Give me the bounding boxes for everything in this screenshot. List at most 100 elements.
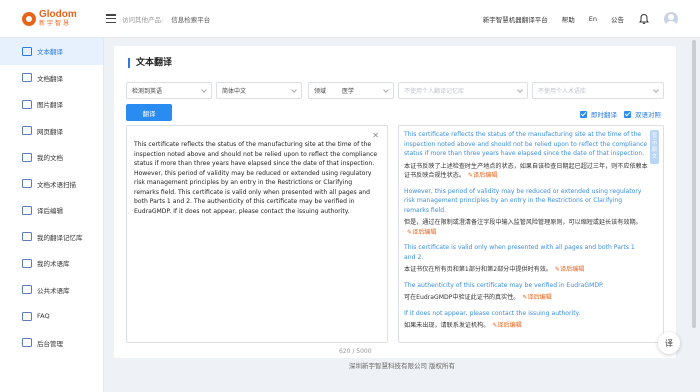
sidebar-item-admin[interactable]: 后台管理 xyxy=(0,330,103,357)
announcement-link[interactable]: 公告 xyxy=(611,14,624,24)
edit-icon xyxy=(22,205,32,215)
show-source-tab[interactable]: 显示 原文 xyxy=(650,130,659,164)
folder-icon xyxy=(22,73,32,83)
sidebar-item-my-documents[interactable]: 我的文档 xyxy=(0,144,103,171)
realtime-translate-label: 即时翻译 xyxy=(591,111,617,119)
sidebar-item-label: 我的术语库 xyxy=(37,260,70,269)
checkbox-checked-icon xyxy=(624,110,631,118)
sidebar-item-label: 文档翻译 xyxy=(37,74,63,83)
sidebar-item-label: 文本翻译 xyxy=(37,48,63,57)
termbase-select[interactable]: 不使用个人术语库 xyxy=(532,82,664,99)
domain-label: 领域 xyxy=(314,88,327,95)
post-edit-link[interactable]: ✎译后编辑 xyxy=(468,172,497,179)
bilingual-compare-checkbox[interactable]: 双语对照 xyxy=(624,109,661,119)
segment-source: However, this period of validity may be … xyxy=(404,187,642,214)
image-icon xyxy=(22,99,32,109)
translation-result-area: This certificate reflects the status of … xyxy=(398,125,664,343)
chevron-down-icon xyxy=(201,87,207,93)
termbase-placeholder: 不使用个人术语库 xyxy=(538,88,587,95)
post-edit-link[interactable]: ✎译后编辑 xyxy=(407,229,436,236)
user-avatar[interactable] xyxy=(664,12,678,26)
visit-other-products-link[interactable]: 信息检索平台 xyxy=(171,14,210,24)
sidebar-item-web-translation[interactable]: 网页翻译 xyxy=(0,118,103,145)
domain-select[interactable]: 领域 医学 xyxy=(308,82,394,99)
checkbox-checked-icon xyxy=(580,110,587,118)
sidebar-item-label: 网页翻译 xyxy=(37,127,63,136)
sidebar-item-public-termbase[interactable]: 公共术语库 xyxy=(0,277,103,304)
realtime-translate-checkbox[interactable]: 即时翻译 xyxy=(580,109,617,119)
page-title: 文本翻译 xyxy=(128,58,172,68)
chevron-down-icon xyxy=(517,87,523,93)
segment-translation: 本证书仅在所有页和第1部分和第2部分中提供时有效。 ✎译后编辑 xyxy=(404,265,648,275)
sidebar-item-label: 译后编辑 xyxy=(37,207,63,216)
page-scrollbar[interactable] xyxy=(692,40,696,328)
bell-icon[interactable] xyxy=(638,13,650,25)
source-text-area[interactable]: ✕ This certificate reflects the status o… xyxy=(126,125,388,343)
floating-translate-button[interactable]: 译 xyxy=(658,332,680,354)
sidebar-item-faq[interactable]: FAQ xyxy=(0,303,103,330)
termbase-icon xyxy=(22,258,32,268)
sidebar-item-label: 图片翻译 xyxy=(37,101,63,110)
post-edit-link[interactable]: ✎译后编辑 xyxy=(492,322,521,329)
segment-translation-text: 本证书仅在所有页和第1部分和第2部分中提供时有效。 xyxy=(404,266,552,273)
sidebar-item-my-termbase[interactable]: 我的术语库 xyxy=(0,250,103,277)
sidebar-item-text-translation[interactable]: 文本翻译 xyxy=(0,38,103,65)
chevron-down-icon xyxy=(291,87,297,93)
public-termbase-icon xyxy=(22,285,32,295)
faq-icon xyxy=(22,311,32,321)
platform-title-link[interactable]: 新宇智慧机器翻译平台 xyxy=(483,14,548,24)
post-edit-link[interactable]: ✎译后编辑 xyxy=(522,294,551,301)
segment-source: This certificate reflects the status of … xyxy=(404,131,648,157)
sidebar-item-label: FAQ xyxy=(37,312,50,321)
segment-translation: 本证书反映了上述检查时生产地点的状态，如果自该检查日期起已超过三年，则不应依赖本… xyxy=(404,162,648,181)
segment-translation: 如果未出现，请联系发证机构。 ✎译后编辑 xyxy=(404,321,648,331)
text-translate-icon xyxy=(22,46,32,56)
segment-translation-text: 如果未出现，请联系发证机构。 xyxy=(404,322,490,329)
sidebar-item-translation-memory[interactable]: 我的翻译记忆库 xyxy=(0,224,103,251)
source-language-value: 检测到英语 xyxy=(132,88,163,95)
chevron-down-icon xyxy=(653,87,659,93)
web-page-icon xyxy=(22,126,32,136)
sidebar-item-document-translation[interactable]: 文档翻译 xyxy=(0,65,103,92)
visit-other-products-label: 访问其他产品: xyxy=(122,15,164,24)
top-header: Glodom 新宇智慧 访问其他产品: 信息检索平台 新宇智慧机器翻译平台 帮助… xyxy=(0,0,700,38)
menu-toggle-icon[interactable] xyxy=(106,14,116,23)
post-edit-label: 译后编辑 xyxy=(412,228,437,236)
segment-translation-text: 本证书反映了上述检查时生产地点的状态，如果自该检查日期起已超过三年，则不应依赖本… xyxy=(404,162,648,180)
sidebar-item-label: 我的翻译记忆库 xyxy=(37,233,83,242)
chevron-down-icon xyxy=(383,87,389,93)
scan-icon xyxy=(22,179,32,189)
sidebar-item-label: 文档术语扫描 xyxy=(37,180,76,189)
post-edit-link[interactable]: ✎译后编辑 xyxy=(555,266,584,273)
translation-memory-select[interactable]: 不使用个人翻译记忆库 xyxy=(398,82,528,99)
post-edit-label: 译后编辑 xyxy=(497,322,522,329)
memory-icon xyxy=(22,232,32,242)
segment-translation: 但是，通过在限制或澄清备注字段中输入监管风险管理原则，可以缩短或延长该有效期。 ✎… xyxy=(404,218,648,237)
segment-source: The authenticity of this certificate may… xyxy=(404,281,604,289)
translation-panel: 文本翻译 检测到英语 简体中文 领域 医学 不使用个人翻译记忆库 不使用个人术语… xyxy=(114,46,676,358)
segment-translation: 可在EudraGMDP中验证此证书的真实性。 ✎译后编辑 xyxy=(404,293,648,303)
sidebar-item-label: 后台管理 xyxy=(37,339,63,348)
language-switch-link[interactable]: En xyxy=(589,15,597,23)
translate-button[interactable]: 翻译 xyxy=(126,104,172,121)
domain-value: 医学 xyxy=(342,88,355,95)
post-edit-label: 译后编辑 xyxy=(473,172,498,179)
document-icon xyxy=(22,152,32,162)
help-link[interactable]: 帮助 xyxy=(562,14,575,24)
segment-source: This certificate is valid only when pres… xyxy=(404,244,635,261)
sidebar-item-label: 我的文档 xyxy=(37,154,63,163)
logo[interactable]: Glodom 新宇智慧 xyxy=(0,10,94,27)
source-language-select[interactable]: 检测到英语 xyxy=(126,82,212,99)
clear-text-icon[interactable]: ✕ xyxy=(372,131,379,140)
target-language-select[interactable]: 简体中文 xyxy=(216,82,302,99)
source-text: This certificate reflects the status of … xyxy=(134,141,378,215)
settings-icon xyxy=(22,338,32,348)
sidebar-item-term-scan[interactable]: 文档术语扫描 xyxy=(0,171,103,198)
segment-translation-text: 可在EudraGMDP中验证此证书的真实性。 xyxy=(404,294,520,301)
logo-text-en: Glodom xyxy=(39,9,77,20)
sidebar-item-post-edit[interactable]: 译后编辑 xyxy=(0,197,103,224)
sidebar-item-label: 公共术语库 xyxy=(37,286,70,295)
footer-copyright: 深圳新宇智慧科技有限公司 版权所有 xyxy=(348,362,456,370)
segment-source: If it does not appear, please contact th… xyxy=(404,309,581,317)
sidebar-item-image-translation[interactable]: 图片翻译 xyxy=(0,91,103,118)
